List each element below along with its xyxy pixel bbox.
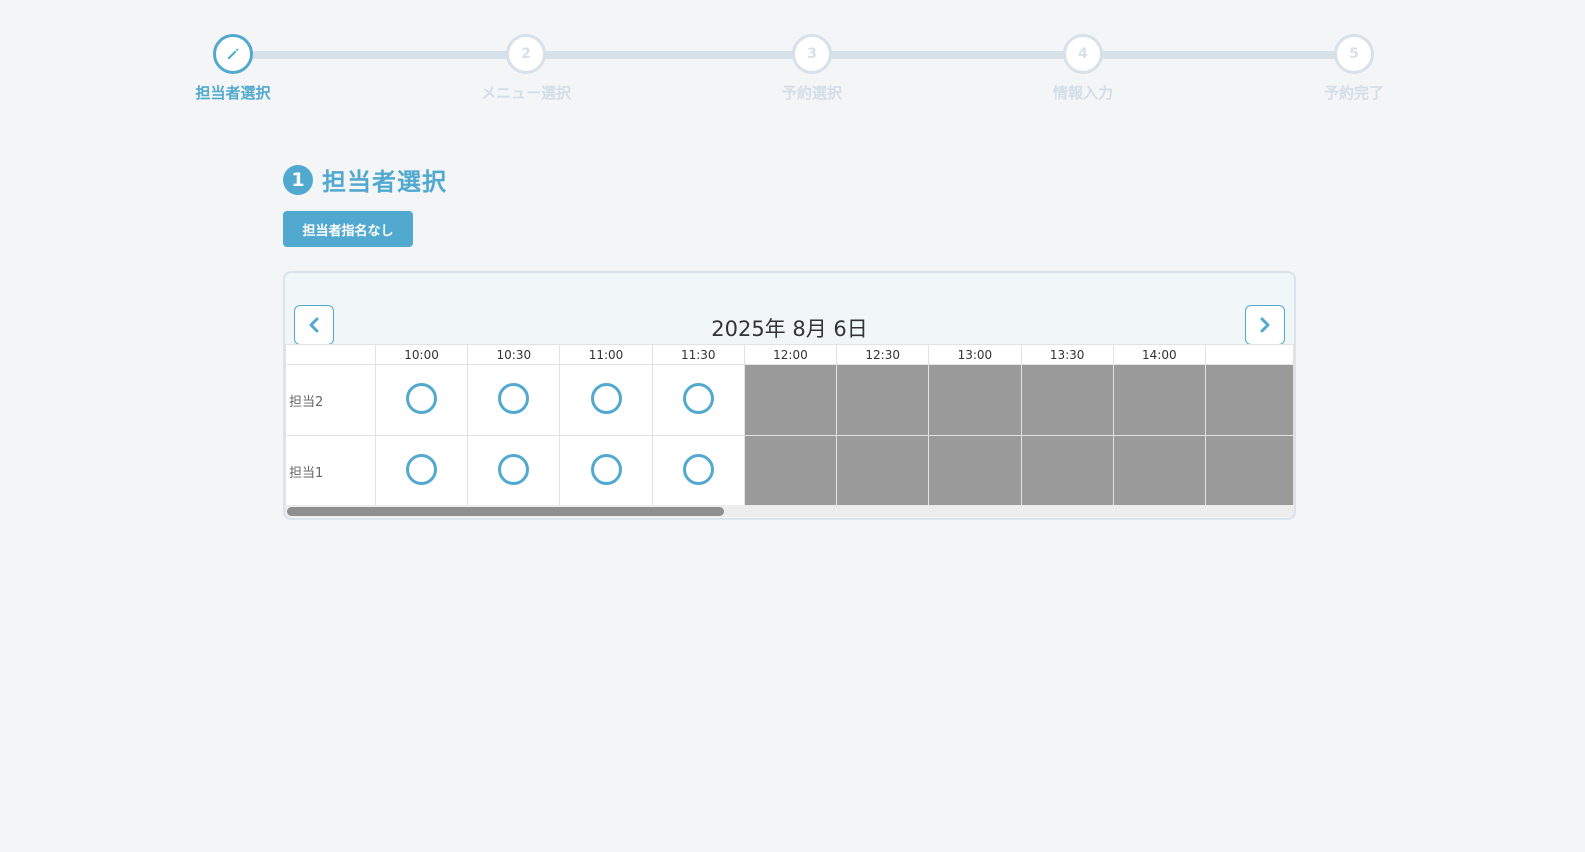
available-slot[interactable] — [467, 435, 561, 506]
time-slot-header: 13:30 — [1020, 344, 1114, 365]
available-slot[interactable] — [559, 435, 653, 506]
time-header-row: 10:00 10:30 11:00 11:30 12:00 12:30 13:00 13:30… — [285, 344, 1294, 365]
time-slot-header: 10:30 — [467, 344, 561, 365]
unavailable-slot — [743, 364, 838, 436]
schedule-grid-scroll[interactable]: 10:00 10:30 11:00 11:30 12:00 12:30 13:00 13:30… — [285, 344, 1294, 506]
staff-name: 担当1 — [285, 435, 376, 506]
unavailable-slot — [1020, 435, 1114, 506]
step-complete: 5 予約完了 — [1294, 34, 1414, 103]
step-label: 予約完了 — [1323, 84, 1384, 102]
unavailable-slot — [928, 364, 1022, 436]
unavailable-slot — [1204, 364, 1294, 436]
unavailable-slot — [1204, 435, 1294, 506]
step-reservation-select: 3 予約選択 — [752, 34, 872, 103]
time-slot-header: 14:00 — [1112, 344, 1206, 365]
step-label: メニュー選択 — [480, 84, 571, 102]
staff-row: 担当1 — [285, 435, 1294, 506]
step-staff-select: 担当者選択 — [173, 34, 293, 103]
time-slot-header: 10:00 — [374, 344, 469, 365]
unavailable-slot — [1112, 364, 1206, 436]
unavailable-slot — [928, 435, 1022, 506]
circle-available-icon — [406, 453, 438, 485]
next-day-button[interactable] — [1245, 305, 1285, 345]
unavailable-slot — [836, 364, 930, 436]
no-staff-preference-button[interactable]: 担当者指名なし — [283, 211, 413, 247]
unavailable-slot — [1020, 364, 1114, 436]
section-title: 1 担当者選択 — [283, 162, 447, 197]
circle-available-icon — [498, 453, 530, 485]
step-circle: 2 — [506, 34, 546, 74]
unavailable-slot — [836, 435, 930, 506]
pencil-icon — [228, 48, 239, 59]
step-circle: 3 — [792, 34, 832, 74]
time-slot-header: 12:30 — [836, 344, 930, 365]
time-slot-header: 11:00 — [559, 344, 653, 365]
section-heading: 1 担当者選択 — [283, 162, 447, 197]
staff-row: 担当2 — [285, 364, 1294, 436]
step-number-badge: 1 — [283, 164, 313, 195]
circle-available-icon — [406, 382, 438, 414]
available-slot[interactable] — [374, 364, 469, 436]
time-slot-header: 12:00 — [743, 344, 838, 365]
step-info-input: 4 情報入力 — [1023, 34, 1143, 103]
step-label: 予約選択 — [781, 84, 842, 102]
time-slot-header — [1204, 344, 1294, 365]
step-circle: 5 — [1334, 34, 1374, 74]
unavailable-slot — [743, 435, 838, 506]
step-label: 担当者選択 — [195, 84, 271, 102]
step-menu-select: 2 メニュー選択 — [466, 34, 586, 103]
circle-available-icon — [590, 382, 622, 414]
progress-stepper: 担当者選択 2 メニュー選択 3 予約選択 4 情報入力 5 予約完了 — [0, 0, 1585, 120]
schedule-date: 2025年 8月 6日 — [711, 317, 868, 341]
step-label: 情報入力 — [1052, 84, 1113, 102]
time-slot-header: 13:00 — [928, 344, 1022, 365]
scrollbar-thumb[interactable] — [287, 507, 724, 516]
circle-available-icon — [590, 453, 622, 485]
time-slot-header: 11:30 — [651, 344, 745, 365]
horizontal-scrollbar[interactable] — [285, 505, 1294, 517]
schedule-panel: 2025年 8月 6日 10:00 10:30 11:00 11:30 12:00 12:… — [283, 271, 1296, 520]
schedule-grid: 10:00 10:30 11:00 11:30 12:00 12:30 13:00 13:30… — [285, 344, 1294, 506]
circle-available-icon — [682, 382, 714, 414]
available-slot[interactable] — [467, 364, 561, 436]
header-corner — [285, 344, 376, 365]
available-slot[interactable] — [651, 435, 745, 506]
step-circle — [213, 34, 253, 74]
staff-name: 担当2 — [285, 364, 376, 436]
circle-available-icon — [682, 453, 714, 485]
available-slot[interactable] — [651, 364, 745, 436]
circle-available-icon — [498, 382, 530, 414]
step-circle: 4 — [1063, 34, 1103, 74]
chevron-right-icon — [1260, 317, 1270, 333]
unavailable-slot — [1112, 435, 1206, 506]
available-slot[interactable] — [559, 364, 653, 436]
available-slot[interactable] — [374, 435, 469, 506]
page-title: 担当者選択 — [322, 168, 447, 196]
